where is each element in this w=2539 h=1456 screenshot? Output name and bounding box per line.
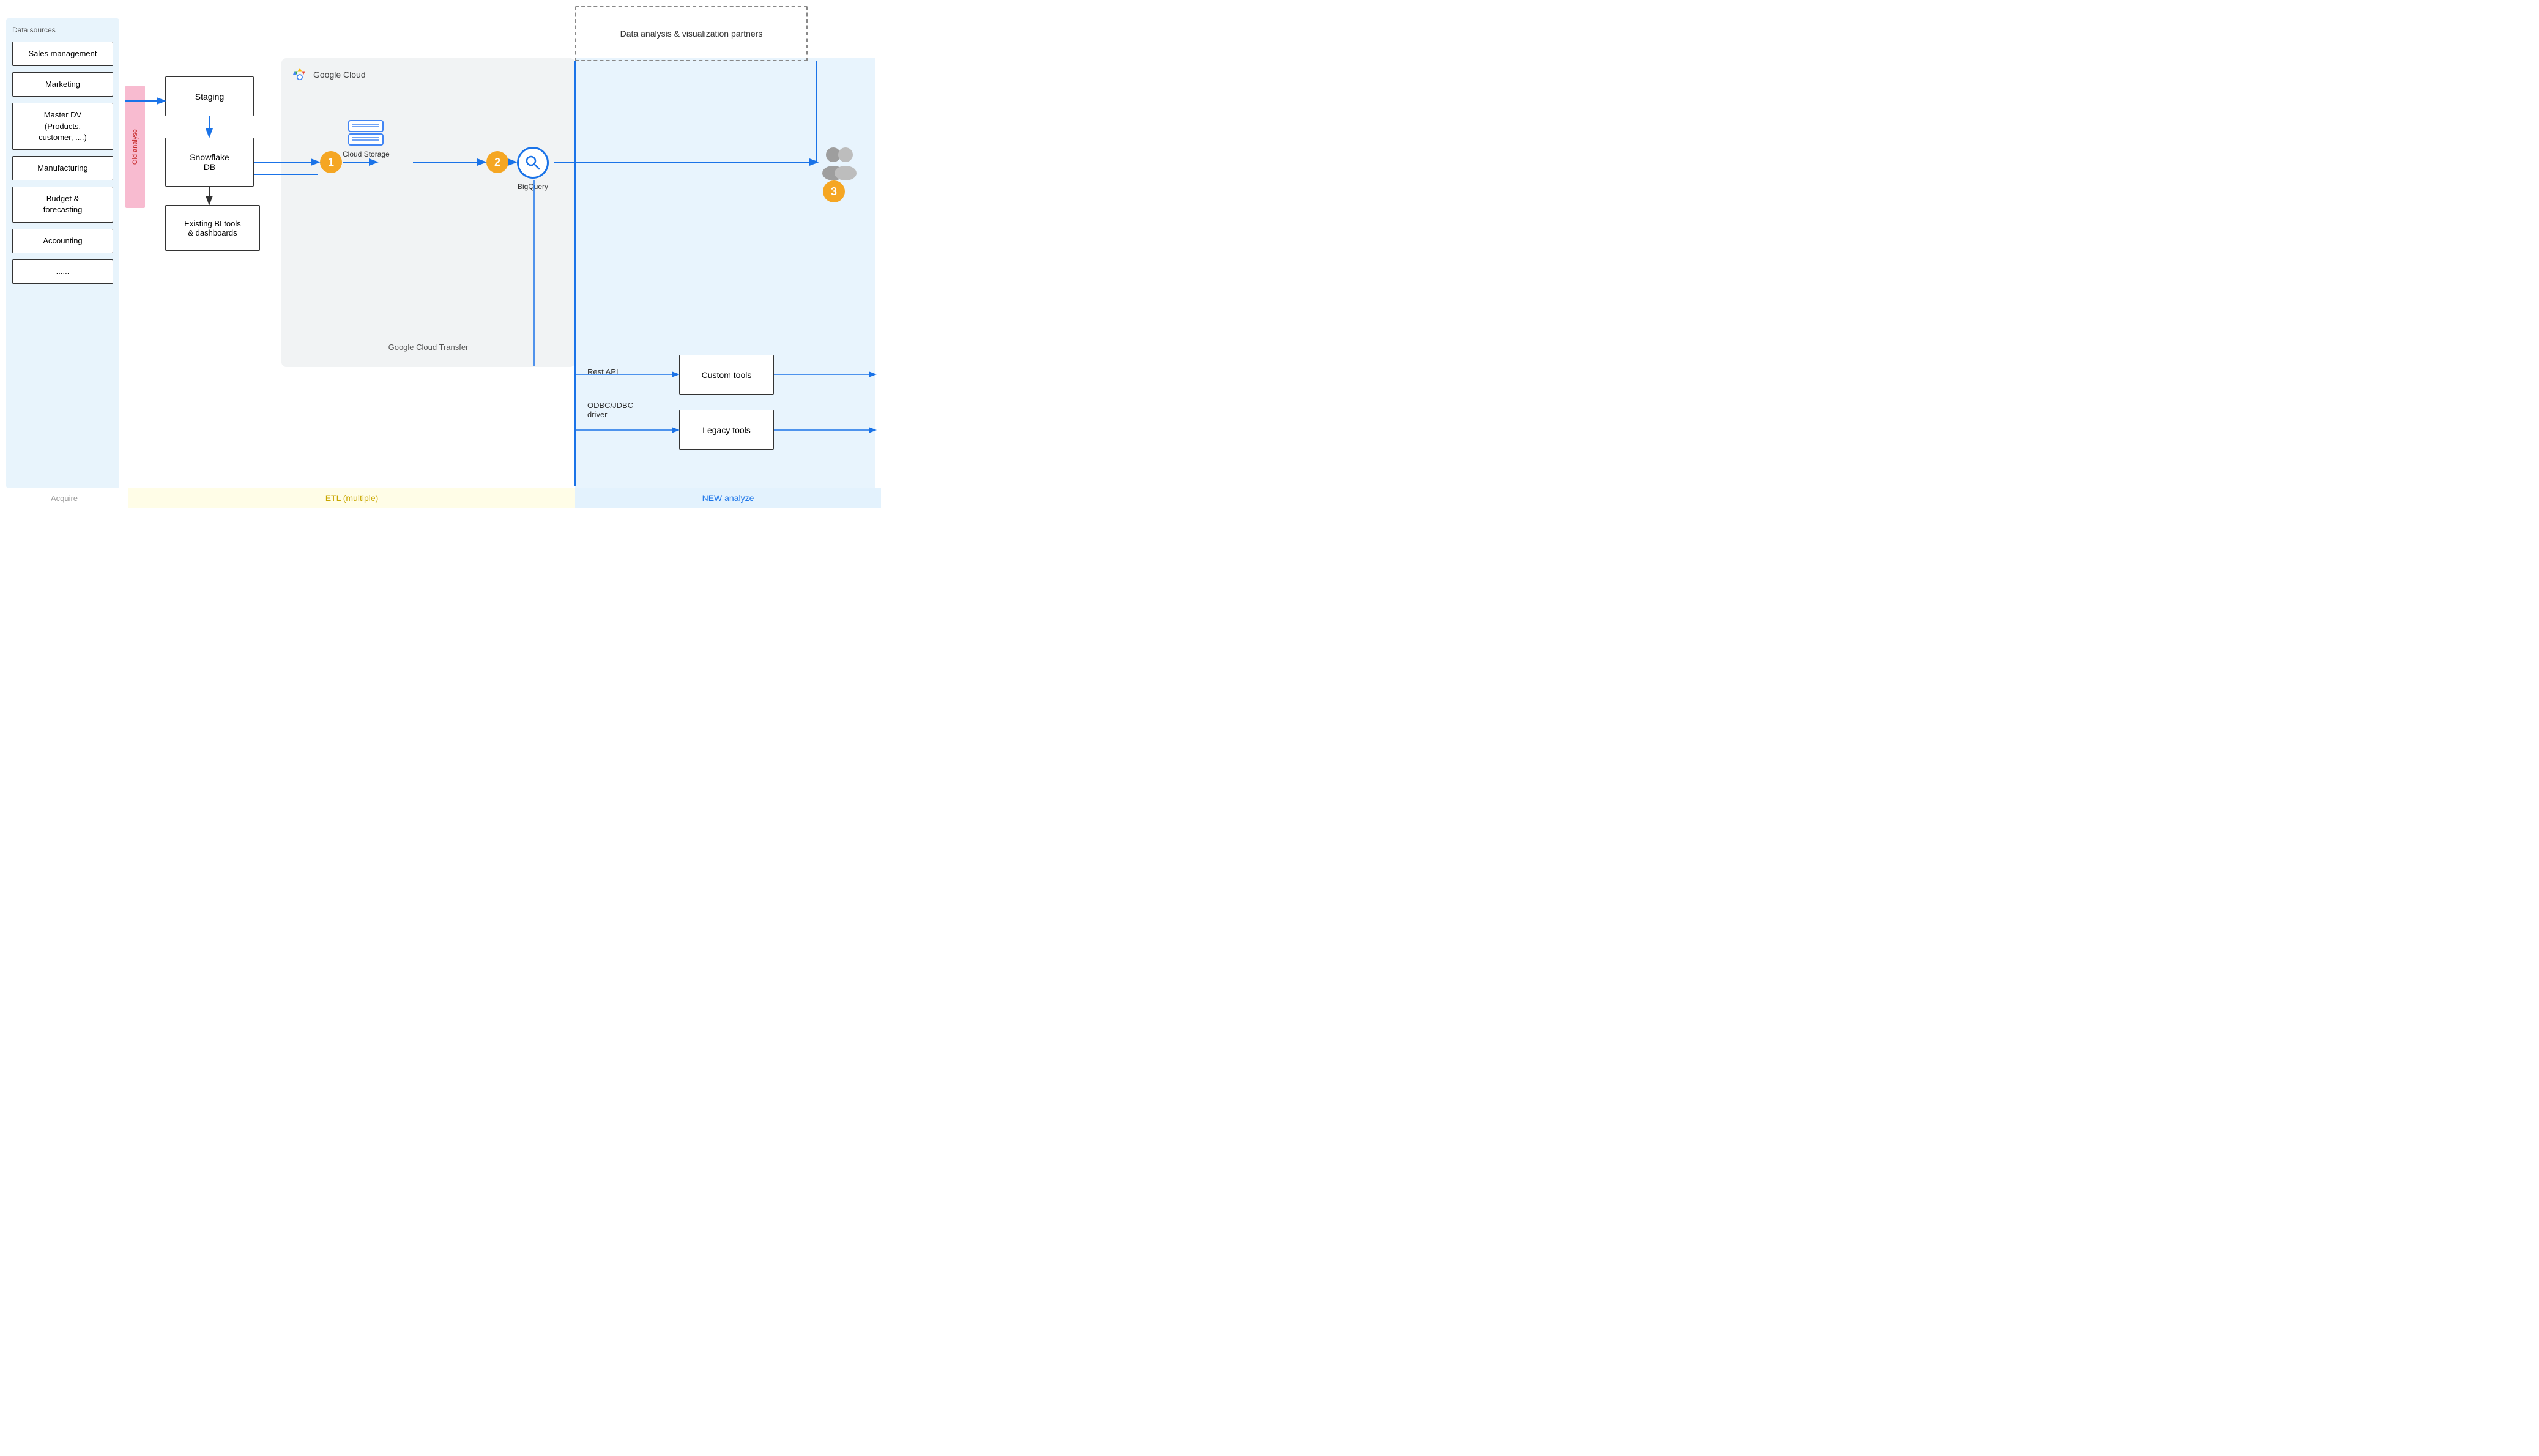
staging-box: Staging (165, 76, 254, 116)
phase-etl: ETL (multiple) (128, 488, 575, 508)
ds-box-budget: Budget & forecasting (12, 187, 113, 222)
ds-box-master-dv: Master DV (Products, customer, ....) (12, 103, 113, 150)
step-1-circle: 1 (320, 151, 342, 173)
cloud-storage-icon (348, 119, 384, 146)
ds-box-dots: ...... (12, 259, 113, 284)
ds-box-accounting: Accounting (12, 229, 113, 253)
gcloud-transfer-label: Google Cloud Transfer (388, 343, 469, 352)
ds-box-marketing: Marketing (12, 72, 113, 97)
cloud-storage-label: Cloud Storage (343, 150, 390, 158)
gcloud-label: Google Cloud (313, 70, 366, 80)
bigquery-label: BigQuery (518, 182, 548, 191)
bi-tools-box: Existing BI tools & dashboards (165, 205, 260, 251)
rest-api-label: Rest API (587, 367, 619, 376)
old-analyse-bar: Old analyse (125, 86, 145, 208)
users-icon (820, 144, 863, 184)
gcloud-logo-icon (291, 68, 308, 81)
users-icon-container (820, 144, 863, 187)
bigquery-search-icon (524, 154, 541, 171)
gcloud-header: Google Cloud (291, 68, 565, 81)
phase-acquire: Acquire (0, 488, 128, 508)
ds-box-manufacturing: Manufacturing (12, 156, 113, 180)
step-2-circle: 2 (486, 151, 508, 173)
legacy-tools-box: Legacy tools (679, 410, 774, 450)
snowflake-box: Snowflake DB (165, 138, 254, 187)
data-sources-label: Data sources (12, 26, 113, 34)
gcloud-container: Google Cloud Cloud Storage Google Cloud … (281, 58, 575, 367)
ds-box-sales: Sales management (12, 42, 113, 66)
data-sources-panel: Data sources Sales management Marketing … (6, 18, 119, 488)
old-analyse-label: Old analyse (132, 129, 139, 165)
cloud-storage-container: Cloud Storage (343, 119, 390, 158)
custom-tools-box: Custom tools (679, 355, 774, 395)
data-analysis-dashed-box: Data analysis & visualization partners (575, 6, 808, 61)
bigquery-container: BigQuery (517, 147, 549, 191)
phase-new-analyze: NEW analyze (575, 488, 881, 508)
odbc-label: ODBC/JDBC driver (587, 401, 633, 419)
bigquery-icon (517, 147, 549, 179)
